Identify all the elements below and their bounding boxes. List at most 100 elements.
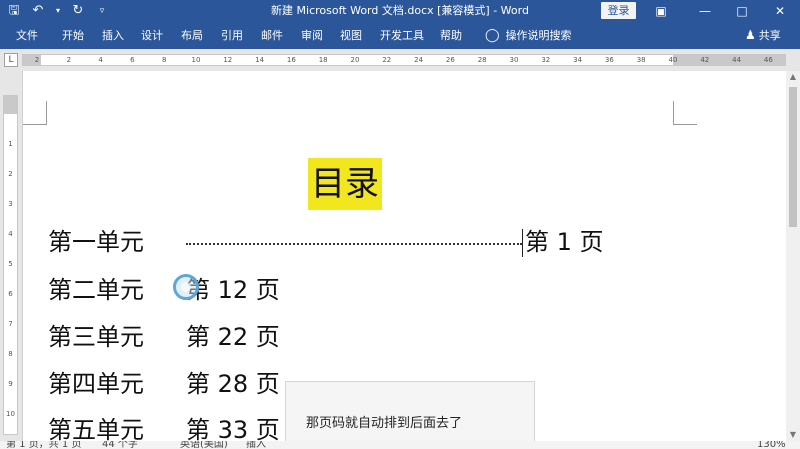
toc-unit-label: 第二单元 [48,276,144,304]
ruler-tick-label: 40 [668,56,678,64]
quick-access-toolbar: 🖫 ↶ ▾ ↻ ▿ [6,2,110,20]
login-button[interactable]: 登录 [601,2,636,19]
window-title: 新建 Microsoft Word 文档.docx [兼容模式] - Word [271,4,529,17]
subtitle-caption: 那页码就自动排到后面去了 [285,381,535,449]
tab-view[interactable]: 视图 [340,22,362,49]
ruler-tick-label: 9 [8,380,13,388]
status-page[interactable]: 第 1 页，共 1 页 [6,441,81,449]
tab-review[interactable]: 审阅 [301,22,323,49]
toc-leader-dots [186,225,522,245]
ruler-tick-label: 4 [8,230,13,238]
scroll-down-icon[interactable]: ▼ [786,429,800,441]
toc-unit-label: 第五单元 [48,416,144,441]
toc-heading[interactable]: 目录 [308,158,382,210]
ruler-tick-label: 36 [604,56,614,64]
ruler-tick-label: 8 [161,56,167,64]
top-margin-shade [4,96,17,114]
ruler-tick-label: 42 [700,56,710,64]
tab-mailings[interactable]: 邮件 [261,22,283,49]
save-icon[interactable]: 🖫 [6,2,22,20]
maximize-icon[interactable]: □ [727,0,757,22]
customize-icon[interactable]: ▿ [94,2,110,20]
ruler-tick-label: 32 [541,56,551,64]
margin-corner-top-left [23,101,47,125]
tab-developer[interactable]: 开发工具 [380,22,424,49]
share-label: 共享 [758,29,781,42]
tab-home[interactable]: 开始 [62,22,84,49]
ruler-tick-label: 10 [6,410,15,418]
text-caret [522,229,523,257]
tell-me-search[interactable]: ◯ 操作说明搜索 [485,22,572,49]
toc-unit-label: 第三单元 [48,323,144,351]
share-button[interactable]: ♟ 共享 [745,22,781,49]
ruler-tick-label: 1 [8,140,13,148]
ruler-tick-label: 6 [8,290,13,298]
ruler-tick-label: 22 [382,56,392,64]
undo-dropdown-icon[interactable]: ▾ [54,2,62,20]
toc-page-label: 第 22 页 [186,323,280,351]
toc-page-label: 第 33 页 [186,416,280,441]
title-bar: 🖫 ↶ ▾ ↻ ▿ 新建 Microsoft Word 文档.docx [兼容模… [0,0,800,22]
scroll-up-icon[interactable]: ▲ [786,71,800,83]
ruler-tick-label: 34 [573,56,583,64]
status-bar: 第 1 页，共 1 页 44 个字 英语(美国) 插入 130% [0,441,800,449]
margin-corner-top-right [673,101,697,125]
ruler-tick-label: 2 [8,170,13,178]
ruler-tick-label: 8 [8,350,13,358]
ruler-tick-label: 5 [8,260,13,268]
ruler-tick-label: 38 [636,56,646,64]
ribbon-tabs: 文件 开始 插入 设计 布局 引用 邮件 审阅 视图 开发工具 帮助 ◯ 操作说… [0,22,800,49]
close-icon[interactable]: ✕ [765,0,795,22]
status-words[interactable]: 44 个字 [102,441,138,449]
toc-entry[interactable]: 第四单元 第 28 页 [48,367,280,401]
toc-entry[interactable]: 第一单元 第 1 页 [48,225,604,259]
undo-icon[interactable]: ↶ [30,2,46,20]
ruler-tick-label: 44 [732,56,742,64]
ruler-tick-label: 20 [350,56,360,64]
click-indicator-icon [173,274,199,300]
toc-page-label: 第 12 页 [186,276,280,304]
toc-entry[interactable]: 第二单元 第 12 页 [48,273,280,307]
horizontal-ruler[interactable]: 2 2 4 6 8 10 12 14 16 18 20 22 24 26 28 30 32 34 36 38 40 42 4… [22,54,786,66]
ruler-tick-label: 26 [445,56,455,64]
vertical-ruler[interactable]: 1234567891011 [3,95,18,448]
toc-unit-label: 第一单元 [48,228,144,256]
ruler-tick-label: 10 [191,56,201,64]
status-mode[interactable]: 插入 [246,441,266,449]
ribbon-display-icon[interactable]: ▣ [646,0,676,22]
ruler-tick-label: 3 [8,200,13,208]
tab-references[interactable]: 引用 [221,22,243,49]
redo-icon[interactable]: ↻ [70,2,86,20]
ruler-tick-label: 2 [34,56,40,64]
tab-insert[interactable]: 插入 [102,22,124,49]
tab-help[interactable]: 帮助 [440,22,462,49]
minimize-icon[interactable]: — [690,0,720,22]
ruler-tick-label: 30 [509,56,519,64]
tab-selector-icon[interactable]: L [4,53,18,67]
vertical-scrollbar[interactable]: ▲ ▼ [786,71,800,441]
ruler-tick-label: 6 [130,56,135,64]
status-zoom[interactable]: 130% [757,441,786,449]
tab-design[interactable]: 设计 [141,22,163,49]
ruler-tick-label: 7 [8,320,13,328]
ruler-tick-label: 12 [223,56,233,64]
ruler-tick-label: 14 [255,56,265,64]
scroll-thumb[interactable] [789,87,797,227]
ruler-tick-label: 4 [98,56,103,64]
toc-entry[interactable]: 第三单元 第 22 页 [48,320,280,354]
horizontal-ruler-area: L 2 2 4 6 8 10 12 14 16 18 20 22 24 26 28 30 32 34 36 38 40 4… [0,49,800,71]
tab-layout[interactable]: 布局 [181,22,203,49]
toc-page-label: 第 1 页 [525,228,604,256]
ruler-tick-label: 18 [318,56,328,64]
ruler-tick-label: 28 [477,56,487,64]
ruler-tick-label: 46 [763,56,773,64]
ruler-tick-label: 16 [286,56,296,64]
ruler-tick-label: 24 [414,56,424,64]
toc-entry[interactable]: 第五单元 第 33 页 [48,413,280,441]
person-icon: ♟ [745,28,756,42]
status-language[interactable]: 英语(美国) [180,441,228,449]
tab-file[interactable]: 文件 [16,22,38,49]
ruler-tick-label: 2 [66,56,72,64]
lightbulb-icon: ◯ [485,28,500,43]
tell-me-label: 操作说明搜索 [505,29,572,42]
